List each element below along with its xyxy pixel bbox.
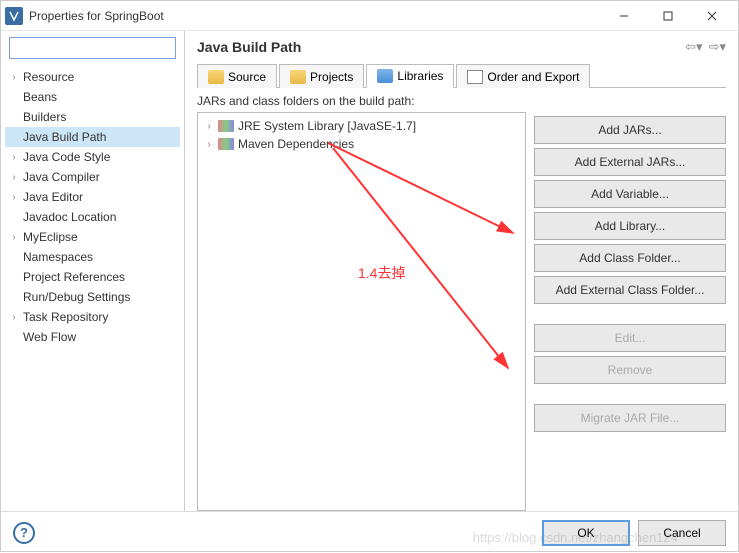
remove-button[interactable]: Remove xyxy=(534,356,726,384)
sidebar-item-project-references[interactable]: ›Project References xyxy=(5,267,180,287)
annotation-text: 1.4去掉 xyxy=(358,263,405,283)
back-icon[interactable]: ⇦▾ xyxy=(685,39,702,55)
library-icon xyxy=(218,120,234,132)
sidebar-item-label: Resource xyxy=(21,70,74,84)
chevron-right-icon[interactable]: › xyxy=(7,192,21,203)
add-library-button[interactable]: Add Library... xyxy=(534,212,726,240)
libraries-list[interactable]: › JRE System Library [JavaSE-1.7] › Maven D… xyxy=(197,112,526,511)
sidebar-item-web-flow[interactable]: ›Web Flow xyxy=(5,327,180,347)
chevron-right-icon[interactable]: › xyxy=(7,312,21,323)
nav-arrows: ⇦▾ ⇨▾ xyxy=(685,39,726,55)
sidebar-item-java-code-style[interactable]: ›Java Code Style xyxy=(5,147,180,167)
tab-label: Projects xyxy=(310,70,353,84)
filter-input[interactable] xyxy=(9,37,176,59)
sidebar-item-java-editor[interactable]: ›Java Editor xyxy=(5,187,180,207)
sidebar-item-label: MyEclipse xyxy=(21,230,78,244)
sidebar-item-javadoc-location[interactable]: ›Javadoc Location xyxy=(5,207,180,227)
sidebar-item-label: Java Editor xyxy=(21,190,83,204)
sidebar-item-label: Web Flow xyxy=(21,330,76,344)
sidebar-item-java-build-path[interactable]: ›Java Build Path xyxy=(5,127,180,147)
add-external-class-folder-button[interactable]: Add External Class Folder... xyxy=(534,276,726,304)
help-icon[interactable]: ? xyxy=(13,522,35,544)
chevron-right-icon[interactable]: › xyxy=(7,152,21,163)
sidebar-item-builders[interactable]: ›Builders xyxy=(5,107,180,127)
app-icon xyxy=(5,7,23,25)
sidebar-item-label: Java Compiler xyxy=(21,170,100,184)
chevron-right-icon[interactable]: › xyxy=(7,172,21,183)
maximize-button[interactable] xyxy=(646,2,690,30)
chevron-right-icon[interactable]: › xyxy=(7,72,21,83)
sidebar-item-namespaces[interactable]: ›Namespaces xyxy=(5,247,180,267)
close-button[interactable] xyxy=(690,2,734,30)
folder-icon xyxy=(208,70,224,84)
titlebar: Properties for SpringBoot xyxy=(1,1,738,31)
migrate-jar-button[interactable]: Migrate JAR File... xyxy=(534,404,726,432)
button-column: Add JARs... Add External JARs... Add Var… xyxy=(534,94,726,511)
library-label: JRE System Library [JavaSE-1.7] xyxy=(238,119,416,133)
window-title: Properties for SpringBoot xyxy=(29,9,602,23)
sidebar-tree: ›Resource›Beans›Builders›Java Build Path… xyxy=(1,65,184,511)
sidebar-item-myeclipse[interactable]: ›MyEclipse xyxy=(5,227,180,247)
sidebar-item-beans[interactable]: ›Beans xyxy=(5,87,180,107)
sidebar-item-label: Task Repository xyxy=(21,310,108,324)
add-class-folder-button[interactable]: Add Class Folder... xyxy=(534,244,726,272)
tab-libraries[interactable]: Libraries xyxy=(366,64,454,88)
chevron-right-icon[interactable]: › xyxy=(202,139,216,150)
add-jars-button[interactable]: Add JARs... xyxy=(534,116,726,144)
tab-order-and-export[interactable]: Order and Export xyxy=(456,64,590,88)
tab-source[interactable]: Source xyxy=(197,64,277,88)
minimize-button[interactable] xyxy=(602,2,646,30)
jar-icon xyxy=(377,69,393,83)
add-external-jars-button[interactable]: Add External JARs... xyxy=(534,148,726,176)
ok-button[interactable]: OK xyxy=(542,520,630,546)
sidebar-item-label: Beans xyxy=(21,90,57,104)
tab-projects[interactable]: Projects xyxy=(279,64,364,88)
library-item[interactable]: › Maven Dependencies xyxy=(202,135,521,153)
sidebar-item-label: Run/Debug Settings xyxy=(21,290,130,304)
tab-label: Source xyxy=(228,70,266,84)
library-label: Maven Dependencies xyxy=(238,137,354,151)
tab-label: Order and Export xyxy=(487,70,579,84)
footer: ? OK Cancel xyxy=(1,511,738,553)
library-item[interactable]: › JRE System Library [JavaSE-1.7] xyxy=(202,117,521,135)
content-panel: Java Build Path ⇦▾ ⇨▾ Source Projects Libr… xyxy=(185,31,738,511)
folder-icon xyxy=(290,70,306,84)
chevron-right-icon[interactable]: › xyxy=(202,121,216,132)
sidebar-item-label: Javadoc Location xyxy=(21,210,116,224)
sidebar-item-label: Java Code Style xyxy=(21,150,110,164)
chevron-right-icon[interactable]: › xyxy=(7,232,21,243)
tab-label: Libraries xyxy=(397,69,443,83)
sidebar-item-java-compiler[interactable]: ›Java Compiler xyxy=(5,167,180,187)
forward-icon[interactable]: ⇨▾ xyxy=(709,39,726,55)
sidebar-item-run-debug-settings[interactable]: ›Run/Debug Settings xyxy=(5,287,180,307)
sidebar-item-label: Java Build Path xyxy=(21,130,106,144)
sidebar-item-task-repository[interactable]: ›Task Repository xyxy=(5,307,180,327)
tabs: Source Projects Libraries Order and Export xyxy=(197,63,726,88)
page-title: Java Build Path xyxy=(197,39,685,55)
sidebar-item-label: Project References xyxy=(21,270,125,284)
edit-button[interactable]: Edit... xyxy=(534,324,726,352)
sidebar: ›Resource›Beans›Builders›Java Build Path… xyxy=(1,31,185,511)
library-icon xyxy=(218,138,234,150)
add-variable-button[interactable]: Add Variable... xyxy=(534,180,726,208)
cancel-button[interactable]: Cancel xyxy=(638,520,726,546)
sidebar-item-resource[interactable]: ›Resource xyxy=(5,67,180,87)
order-icon xyxy=(467,70,483,84)
libraries-description: JARs and class folders on the build path… xyxy=(197,94,526,108)
sidebar-item-label: Namespaces xyxy=(21,250,93,264)
sidebar-item-label: Builders xyxy=(21,110,66,124)
